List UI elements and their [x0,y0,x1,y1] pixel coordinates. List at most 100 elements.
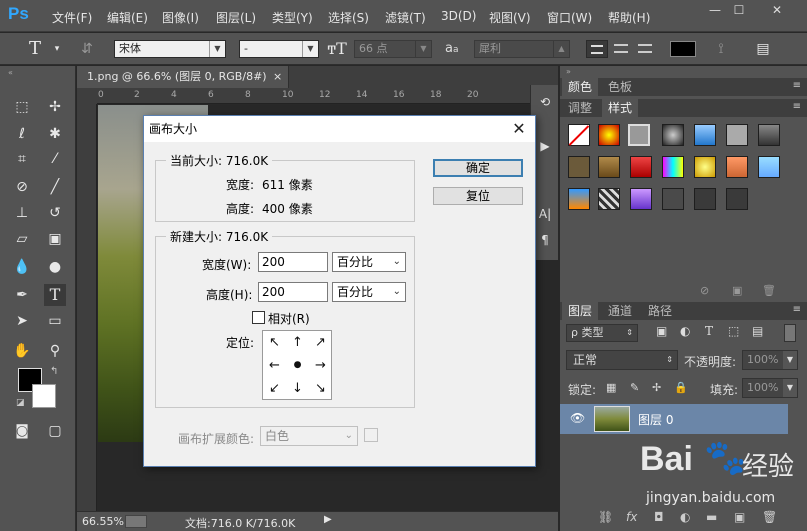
brush-tool-icon[interactable]: ╱ [44,176,66,198]
style-swatch[interactable] [630,156,652,178]
pen-tool-icon[interactable]: ✒ [11,284,33,306]
style-swatch[interactable] [694,156,716,178]
ruler-origin[interactable] [77,88,97,104]
layer-name[interactable]: 图层 0 [638,411,673,428]
trash-icon[interactable]: 🗑 [762,284,776,297]
lock-all-icon[interactable]: 🔒 [674,381,688,394]
blend-mode-select[interactable]: 正常 ⇕ [566,350,678,370]
anchor-top-right[interactable]: ↗ [309,331,332,354]
menu-layer[interactable]: 图层(L) [216,9,256,26]
filter-adjustment-icon[interactable]: ◐ [680,324,690,338]
antialias-select[interactable]: 犀利 ▲ [474,40,570,58]
history-icon[interactable]: ⟲ [534,91,556,113]
font-size-select[interactable]: 66 点 ▼ [354,40,432,58]
anchor-top-left[interactable]: ↖ [263,331,286,354]
zoom-tool-icon[interactable]: ⚲ [44,340,66,362]
status-menu-arrow-icon[interactable]: ▶ [324,514,332,525]
text-color-swatch[interactable] [670,41,696,57]
swap-colors-icon[interactable]: ↰ [50,366,58,377]
character-panel-icon[interactable]: ▤ [752,38,774,60]
tab-styles[interactable]: 样式 [602,99,639,117]
magic-wand-tool-icon[interactable]: ✱ [44,123,66,145]
gradient-tool-icon[interactable]: ▣ [44,228,66,250]
warp-text-icon[interactable]: ⟟ [710,38,732,60]
lock-position-icon[interactable]: ✢ [652,381,661,394]
menu-filter[interactable]: 滤镜(T) [385,9,426,26]
zoom-level[interactable]: 66.55% [82,515,124,528]
menu-3d[interactable]: 3D(D) [441,9,476,23]
align-right-button[interactable] [634,40,656,58]
actions-play-icon[interactable]: ▶ [534,135,556,157]
clone-stamp-tool-icon[interactable]: ⊥ [11,202,33,224]
menu-help[interactable]: 帮助(H) [608,9,650,26]
marquee-tool-icon[interactable]: ⬚ [11,96,33,118]
crop-tool-icon[interactable]: ⌗ [11,148,33,170]
font-style-select[interactable]: - ▼ [239,40,319,58]
menu-image[interactable]: 图像(I) [162,9,199,26]
style-swatch[interactable] [726,156,748,178]
filter-type-icon[interactable]: T [705,324,713,338]
anchor-grid[interactable]: ↖ ↑ ↗ ← ● → ↙ ↓ ↘ [262,330,332,400]
style-swatch[interactable] [662,188,684,210]
status-preview-icon[interactable] [125,515,147,528]
paragraph-icon[interactable]: ¶ [534,229,556,251]
panel-menu-icon[interactable]: ≡ [793,101,801,112]
filter-shape-icon[interactable]: ⬚ [728,324,739,338]
anchor-right[interactable]: → [309,354,332,377]
layer-effects-icon[interactable]: fx [626,510,637,524]
eyedropper-tool-icon[interactable]: ⁄ [44,148,66,170]
collapse-icon[interactable]: « [8,68,13,77]
font-family-select[interactable]: 宋体 ▼ [114,40,226,58]
anchor-bottom[interactable]: ↓ [286,377,309,400]
rectangle-tool-icon[interactable]: ▭ [44,310,66,332]
anchor-top[interactable]: ↑ [286,331,309,354]
horizontal-ruler[interactable]: 0 2 4 6 8 10 12 14 16 18 20 [97,88,558,104]
menu-type[interactable]: 类型(Y) [272,9,313,26]
filter-toggle[interactable] [784,324,796,342]
style-swatch[interactable] [758,156,780,178]
lasso-tool-icon[interactable]: ℓ [11,123,33,145]
dodge-tool-icon[interactable]: ● [44,256,66,278]
tab-channels[interactable]: 通道 [602,302,638,320]
tab-swatches[interactable]: 色板 [602,78,638,96]
ok-button[interactable]: 确定 [433,159,523,177]
menu-file[interactable]: 文件(F) [52,9,92,26]
style-swatch[interactable] [694,124,716,146]
menu-window[interactable]: 窗口(W) [547,9,592,26]
lock-image-icon[interactable]: ✎ [630,381,639,394]
character-icon[interactable]: A| [534,203,556,225]
no-style-icon[interactable]: ⊘ [700,284,709,297]
style-swatch[interactable] [568,188,590,210]
extension-color-swatch[interactable] [364,428,378,442]
type-tool-icon[interactable]: T [44,284,66,306]
path-selection-tool-icon[interactable]: ➤ [11,310,33,332]
style-swatch[interactable] [628,124,650,146]
style-swatch[interactable] [662,156,684,178]
relative-checkbox[interactable] [252,311,265,324]
style-swatch[interactable] [568,156,590,178]
layer-filter-kind-select[interactable]: ρ 类型 ⇕ [566,324,638,342]
anchor-left[interactable]: ← [263,354,286,377]
width-unit-select[interactable]: 百分比 ⌄ [332,252,406,272]
width-input[interactable]: 200 [258,252,328,272]
move-tool-icon[interactable]: ✢ [44,96,66,118]
collapse-icon[interactable]: » [566,67,571,76]
close-tab-icon[interactable]: × [273,66,282,88]
panel-menu-icon[interactable]: ≡ [793,304,801,315]
panel-menu-icon[interactable]: ≡ [793,80,801,91]
height-unit-select[interactable]: 百分比 ⌄ [332,282,406,302]
type-tool-preset-icon[interactable]: T [24,38,46,60]
document-tab[interactable]: 1.png @ 66.6% (图层 0, RGB/8#) × [77,66,289,88]
anchor-bottom-left[interactable]: ↙ [263,377,286,400]
align-left-button[interactable] [586,40,608,58]
style-swatch[interactable] [662,124,684,146]
align-center-button[interactable] [610,40,632,58]
eye-visibility-icon[interactable]: 👁 [570,411,585,425]
style-swatch[interactable] [726,124,748,146]
layer-row[interactable]: 👁 图层 0 [560,404,788,434]
screen-mode-icon[interactable]: ▢ [44,420,66,442]
background-color-swatch[interactable] [32,384,56,408]
fill-input[interactable]: 100% ▼ [742,378,798,398]
tab-layers[interactable]: 图层 [562,302,599,320]
style-swatch[interactable] [694,188,716,210]
